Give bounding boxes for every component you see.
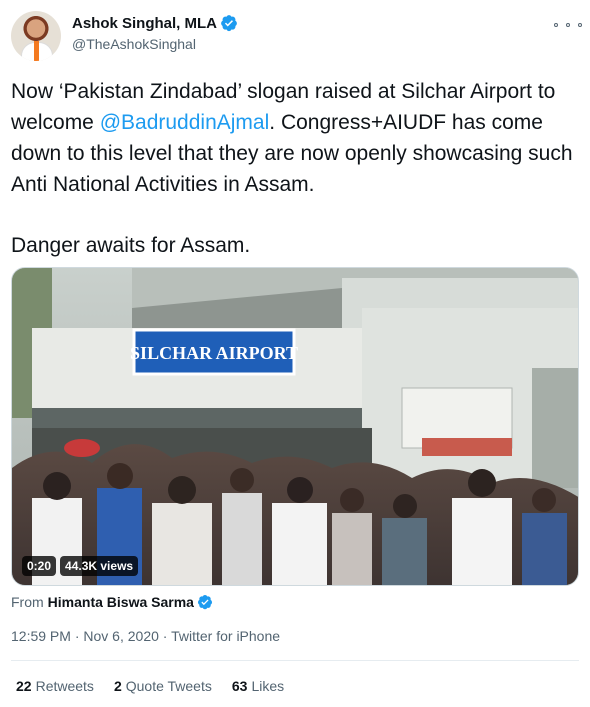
more-dots-icon (554, 23, 558, 27)
more-options-button[interactable] (554, 18, 582, 32)
video-duration: 0:20 (22, 556, 57, 576)
verified-badge-icon (221, 15, 237, 32)
video-source-attribution: From Himanta Biswa Sarma (11, 594, 213, 610)
tweet-time-link[interactable]: 12:59 PM · Nov 6, 2020 (11, 628, 159, 644)
author-display-name[interactable]: Ashok Singhal, MLA (72, 15, 217, 32)
from-label: From (11, 594, 44, 610)
verified-badge-icon (197, 595, 212, 610)
airport-sign-text: SILCHAR AIRPORT (130, 343, 298, 363)
video-badges: 0:20 44.3K views (22, 556, 139, 576)
divider (11, 660, 579, 661)
video-thumbnail: SILCHAR AIRPORT (12, 268, 578, 585)
quote-tweets-stat[interactable]: 2 Quote Tweets (114, 678, 212, 694)
retweets-stat[interactable]: 22 Retweets (16, 678, 94, 694)
tweet-text-line-2: Danger awaits for Assam. (11, 234, 251, 257)
author-avatar[interactable] (11, 11, 61, 61)
tweet-metadata: 12:59 PM · Nov 6, 2020 · Twitter for iPh… (11, 628, 281, 644)
mention-link[interactable]: @BadruddinAjmal (100, 111, 270, 134)
video-views: 44.3K views (60, 556, 139, 576)
tweet-card: Ashok Singhal, MLA @TheAshokSinghal Now … (0, 0, 590, 707)
likes-stat[interactable]: 63 Likes (232, 678, 284, 694)
video-player[interactable]: SILCHAR AIRPORT (11, 267, 579, 586)
tweet-client-link[interactable]: Twitter for iPhone (171, 628, 280, 644)
engagement-stats: 22 Retweets 2 Quote Tweets 63 Likes (16, 678, 284, 694)
author-name-row[interactable]: Ashok Singhal, MLA (72, 13, 238, 33)
author-handle[interactable]: @TheAshokSinghal (72, 36, 196, 52)
tweet-text: Now ‘Pakistan Zindabad’ slogan raised at… (11, 76, 583, 261)
source-author-name[interactable]: Himanta Biswa Sarma (48, 594, 194, 610)
